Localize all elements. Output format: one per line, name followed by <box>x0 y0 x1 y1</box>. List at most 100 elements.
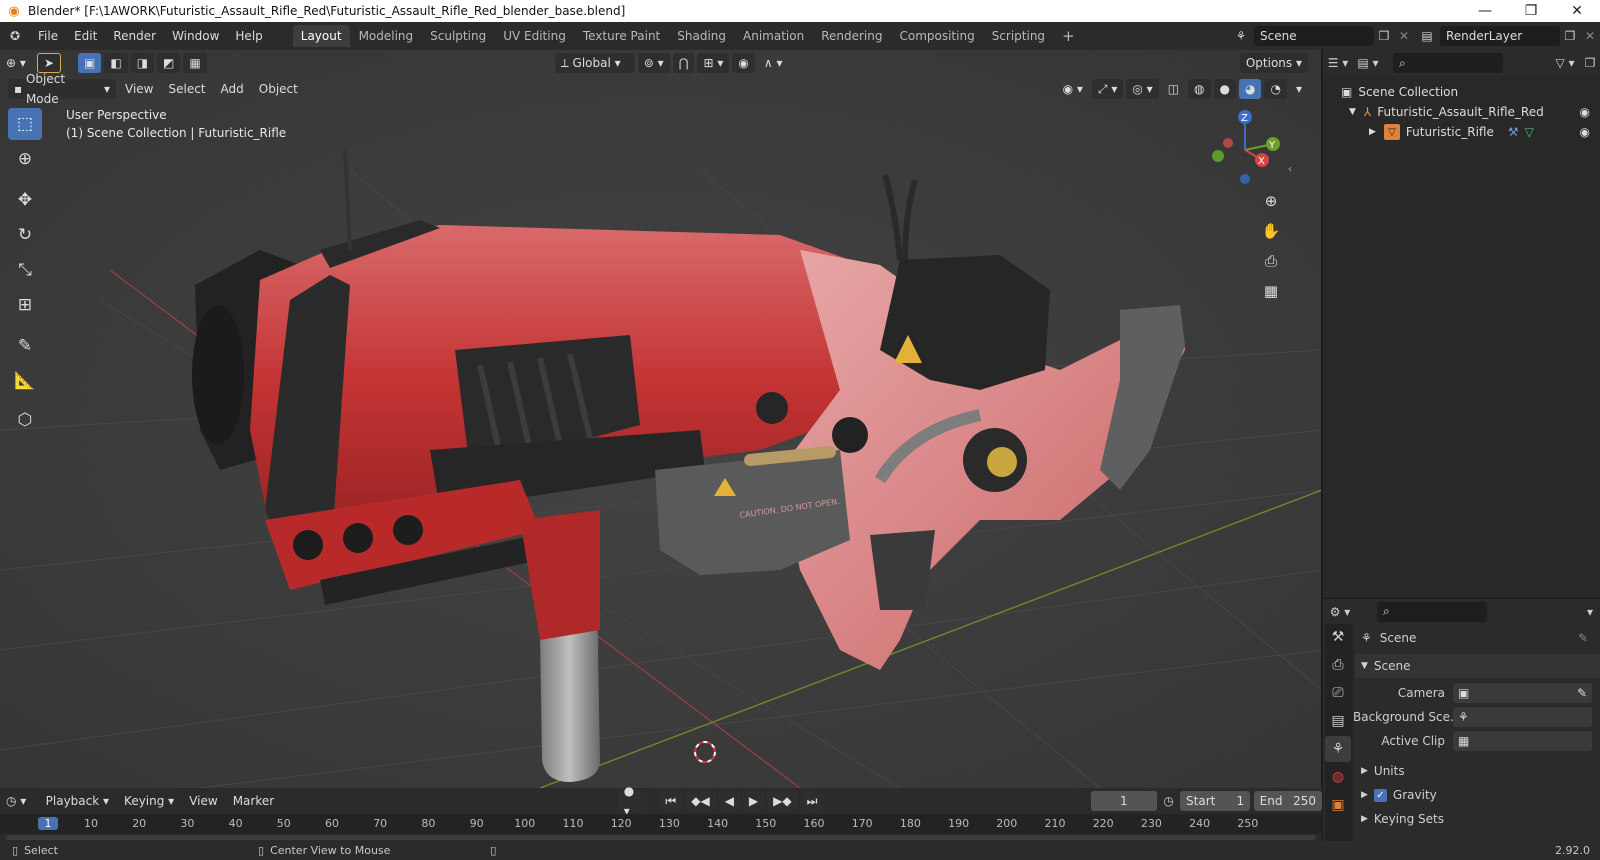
axis-neg-z-icon[interactable] <box>1240 174 1250 184</box>
outliner-row-collection[interactable]: ▼ ⅄ Futuristic_Assault_Rifle_Red ◉ <box>1323 102 1600 122</box>
auto-keying-toggle[interactable]: ● ▾ <box>617 784 648 818</box>
sidebar-toggle-icon[interactable]: ‹ <box>1288 164 1292 175</box>
maximize-button[interactable]: ❐ <box>1508 0 1554 22</box>
viewport-menu-object[interactable]: Object <box>253 79 304 99</box>
jump-end-button[interactable]: ⏭ <box>800 791 824 811</box>
display-mode-dropdown[interactable]: ▤ ▾ <box>1353 56 1383 70</box>
tab-rendering[interactable]: Rendering <box>813 25 890 47</box>
viewport-scene[interactable]: CAUTION. DO NOT OPEN. <box>0 50 1322 788</box>
navigation-gizmo[interactable]: Z Y X <box>1205 105 1295 195</box>
start-frame-field[interactable]: Start 1 <box>1180 791 1251 811</box>
timeline-scrollbar[interactable] <box>6 835 1316 840</box>
tool-move[interactable]: ✥ <box>8 184 42 216</box>
filter-dropdown[interactable]: ▽ ▾ <box>1550 56 1580 70</box>
tab-render[interactable]: ⎙ <box>1325 652 1351 678</box>
tab-texture-paint[interactable]: Texture Paint <box>575 25 668 47</box>
units-panel-header[interactable]: ▶ Units <box>1355 760 1600 782</box>
preview-range-toggle[interactable]: ◷ <box>1157 794 1180 808</box>
eyedropper-icon[interactable]: ✎ <box>1577 686 1587 700</box>
mesh-data-icon[interactable]: ▽ <box>1525 125 1534 139</box>
snap-toggle[interactable]: ⋂ <box>672 53 695 73</box>
add-workspace-button[interactable]: + <box>1054 25 1083 47</box>
proportional-edit-toggle[interactable]: ◉ <box>732 53 755 73</box>
active-clip-field[interactable]: ▦ <box>1453 731 1592 751</box>
next-keyframe-button[interactable]: ▶◆ <box>767 791 798 811</box>
menu-help[interactable]: Help <box>227 26 270 46</box>
tab-object[interactable]: ▣ <box>1325 792 1351 818</box>
transform-orientation-dropdown[interactable]: ⟂ Global ▾ <box>554 53 635 73</box>
minimize-button[interactable]: — <box>1462 0 1508 22</box>
shading-wireframe-button[interactable]: ◍ <box>1188 79 1211 99</box>
properties-search-input[interactable]: ⌕ <box>1377 601 1487 622</box>
expand-arrow-icon[interactable]: ▼ <box>1349 107 1356 117</box>
options-dropdown[interactable]: Options ▾ <box>1239 53 1308 73</box>
renderlayer-selector[interactable]: RenderLayer <box>1440 26 1560 46</box>
tool-rotate[interactable]: ↻ <box>8 219 42 251</box>
visibility-dropdown[interactable]: ◉ ▾ <box>1057 79 1089 99</box>
outliner-search-input[interactable]: ⌕ <box>1393 53 1503 73</box>
menu-render[interactable]: Render <box>105 26 164 46</box>
close-button[interactable]: ✕ <box>1554 0 1600 22</box>
modifier-wrench-icon[interactable]: ⚒ <box>1508 125 1519 139</box>
tool-transform[interactable]: ⊞ <box>8 289 42 321</box>
timeline-menu-view[interactable]: View <box>183 791 223 811</box>
delete-layer-icon[interactable]: ✕ <box>1580 29 1600 43</box>
timeline-menu-keying[interactable]: Keying ▾ <box>118 791 180 811</box>
tab-layout[interactable]: Layout <box>292 25 350 47</box>
select-mode-intersect-button[interactable]: ▦ <box>183 53 207 73</box>
tab-scene[interactable]: ⚘ <box>1325 736 1351 762</box>
tool-select-box[interactable]: ⬚ <box>8 108 42 140</box>
overlay-toggle[interactable]: ◎ ▾ <box>1126 79 1159 99</box>
camera-view-button[interactable]: ⎙ <box>1258 248 1284 274</box>
menu-file[interactable]: File <box>30 26 66 46</box>
3d-viewport[interactable]: CAUTION. DO NOT OPEN. ⊕ ▾ ➤ ▣ ◧ ◨ ◩ ▦ ⟂ … <box>0 50 1322 788</box>
tab-modeling[interactable]: Modeling <box>351 25 422 47</box>
falloff-dropdown[interactable]: ∧ ▾ <box>758 53 789 73</box>
timeline-menu-playback[interactable]: Playback ▾ <box>40 791 115 811</box>
timeline-menu-marker[interactable]: Marker <box>227 791 280 811</box>
play-reverse-button[interactable]: ◀ <box>718 791 740 811</box>
pin-icon[interactable]: ✎ <box>1578 631 1588 645</box>
view-layer-icon[interactable]: ▤ <box>1414 29 1440 43</box>
new-collection-button[interactable]: ❐ <box>1580 56 1600 70</box>
properties-options-dropdown[interactable]: ▾ <box>1580 605 1600 619</box>
zoom-button[interactable]: ⊕ <box>1258 188 1284 214</box>
background-scene-field[interactable]: ⚘ <box>1453 707 1592 727</box>
snap-target-dropdown[interactable]: ⊞ ▾ <box>697 53 730 73</box>
outliner-row-scene-collection[interactable]: ▣ Scene Collection <box>1323 82 1600 102</box>
tab-tool[interactable]: ⚒ <box>1325 624 1351 650</box>
timeline-editor-type[interactable]: ◷ ▾ <box>0 791 37 811</box>
tool-annotate[interactable]: ✎ <box>8 330 42 362</box>
viewport-menu-add[interactable]: Add <box>215 79 250 99</box>
shading-rendered-button[interactable]: ◔ <box>1264 79 1287 99</box>
current-frame-field[interactable]: 1 <box>1090 791 1158 811</box>
menu-window[interactable]: Window <box>164 26 227 46</box>
tab-world[interactable]: ◍ <box>1325 764 1351 790</box>
viewport-menu-view[interactable]: View <box>119 79 159 99</box>
tab-compositing[interactable]: Compositing <box>891 25 982 47</box>
pivot-point-dropdown[interactable]: ⊚ ▾ <box>637 53 670 73</box>
tool-measure[interactable]: 📐 <box>8 365 42 397</box>
ortho-toggle-button[interactable]: ▦ <box>1258 278 1284 304</box>
blender-menu-icon[interactable]: ✪ <box>0 29 30 43</box>
delete-scene-icon[interactable]: ✕ <box>1394 29 1414 43</box>
menu-edit[interactable]: Edit <box>66 26 105 46</box>
tab-uv-editing[interactable]: UV Editing <box>495 25 574 47</box>
xray-toggle[interactable]: ◫ <box>1162 79 1185 99</box>
camera-field[interactable]: ▣ ✎ <box>1453 683 1592 703</box>
visibility-eye-icon[interactable]: ◉ <box>1580 105 1590 119</box>
end-frame-field[interactable]: End 250 <box>1253 791 1322 811</box>
tab-view-layer[interactable]: ▤ <box>1325 708 1351 734</box>
pan-button[interactable]: ✋ <box>1258 218 1284 244</box>
scene-panel-header[interactable]: ▼ Scene <box>1355 654 1600 678</box>
axis-neg-y-icon[interactable] <box>1212 150 1224 162</box>
tab-output[interactable]: ⎚ <box>1325 680 1351 706</box>
scene-selector[interactable]: Scene <box>1254 26 1374 46</box>
keying-sets-panel-header[interactable]: ▶ Keying Sets <box>1355 808 1600 830</box>
outliner-editor-type[interactable]: ☰ ▾ <box>1323 56 1353 70</box>
tool-add-cube[interactable]: ⬡ <box>8 404 42 436</box>
shading-material-button[interactable]: ◕ <box>1239 79 1262 99</box>
shading-options-dropdown[interactable]: ▾ <box>1290 79 1308 99</box>
object-mode-dropdown[interactable]: ▪ Object Mode ▾ <box>8 72 116 106</box>
frame-ruler[interactable]: 1 10 20 30 40 50 60 70 80 90 100 110 120 130 140 150 160… <box>0 814 1322 834</box>
